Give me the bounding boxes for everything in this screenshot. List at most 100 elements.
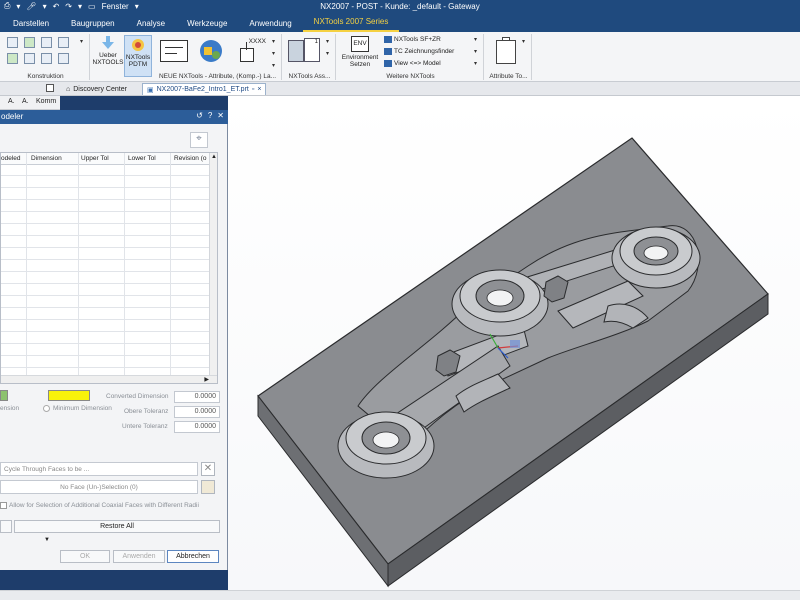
chevron-down-icon[interactable]: ▾ (326, 38, 329, 45)
reset-icon[interactable]: ↺ (196, 111, 203, 120)
chevron-down-icon[interactable]: ▾ (474, 48, 477, 55)
resource-column-a2[interactable]: A. (22, 98, 29, 105)
obere-toleranz-field[interactable]: 0.0000 (174, 406, 220, 418)
table-row[interactable] (1, 235, 211, 236)
table-vertical-scrollbar[interactable]: ▲ ▼ (209, 153, 217, 383)
tab-discovery-center[interactable]: ⌂ Discovery Center (62, 83, 131, 95)
table-row[interactable] (1, 211, 211, 212)
nxtools-pdtm-button[interactable]: NXTools PDTM (124, 35, 152, 77)
drawing-frame-icon[interactable] (160, 40, 188, 62)
column-header-lower-tol[interactable]: Lower Tol (128, 155, 156, 162)
table-row[interactable] (1, 271, 211, 272)
table-row[interactable] (1, 187, 211, 188)
chevron-down-icon[interactable]: ▾ (474, 60, 477, 67)
crosshair-icon[interactable]: ⌖ (190, 132, 208, 148)
resource-column-a1[interactable]: A. (8, 98, 15, 105)
table-row[interactable] (1, 307, 211, 308)
tab-darstellen[interactable]: Darstellen (2, 16, 60, 32)
restore-all-button[interactable]: Restore All (14, 520, 220, 533)
tab-analyse[interactable]: Analyse (126, 16, 176, 32)
close-icon[interactable]: ✕ (217, 111, 224, 120)
chevron-down-icon[interactable]: ▾ (272, 62, 275, 69)
tab-nxtools-2007-series[interactable]: NXTools 2007 Series (302, 14, 400, 32)
part-attribute-icon[interactable] (198, 38, 224, 64)
pattern-icon[interactable] (7, 53, 18, 64)
part-model[interactable] (228, 96, 800, 590)
minimum-dimension-radio[interactable] (43, 405, 50, 412)
scroll-right-icon[interactable]: ▶ (204, 376, 209, 383)
column-header-dimension[interactable]: Dimension (31, 155, 62, 162)
text-icon[interactable] (41, 37, 52, 48)
resource-column-komm[interactable]: Komm (36, 98, 56, 105)
table-row[interactable] (1, 295, 211, 296)
assembly-icon[interactable] (288, 40, 304, 62)
cycle-faces-input[interactable]: Cycle Through Faces to be ... (0, 462, 198, 476)
cancel-selection-icon[interactable]: ✕ (201, 462, 215, 476)
chevron-down-icon[interactable]: ▾ (522, 38, 525, 45)
help-icon[interactable]: ? (208, 111, 212, 120)
list-icon[interactable]: 1 (304, 38, 320, 62)
graphics-window[interactable] (228, 96, 800, 590)
chevron-down-icon[interactable]: ▾ (474, 36, 477, 43)
table-row[interactable] (1, 247, 211, 248)
dimension-table[interactable]: odeled Dimension Upper Tol Lower Tol Rev… (0, 152, 218, 384)
face-icon[interactable] (201, 480, 215, 494)
measure-icon[interactable] (58, 53, 69, 64)
color-swatch-green[interactable] (0, 390, 8, 401)
color-swatch-yellow[interactable] (48, 390, 90, 401)
ueber-nxtools-button[interactable]: Ueber NXTOOLS (92, 36, 124, 66)
table-row[interactable] (1, 319, 211, 320)
extrude-icon[interactable] (24, 37, 35, 48)
tab-anwendung[interactable]: Anwendung (238, 16, 302, 32)
attribute-tool-icon[interactable] (496, 37, 516, 64)
chevron-down-icon[interactable]: ▾ (272, 38, 275, 45)
window-icon[interactable]: ▫ (252, 86, 254, 93)
column-header-modeled[interactable]: odeled (1, 155, 21, 162)
chevron-down-icon[interactable]: ▾ (326, 50, 329, 57)
close-icon[interactable]: × (257, 86, 261, 93)
tc-zeichnungsfinder-button[interactable]: TC Zeichnungsfinder (384, 48, 454, 55)
table-row[interactable] (1, 175, 211, 176)
left-action-button[interactable] (0, 520, 12, 533)
view-model-button[interactable]: View <=> Model (384, 60, 441, 67)
layer-icon[interactable] (41, 53, 52, 64)
anwenden-button[interactable]: Anwenden (113, 550, 165, 563)
converted-dimension-label: Converted Dimension (106, 393, 169, 400)
resource-bar-toggle[interactable] (46, 84, 54, 92)
column-header-revision[interactable]: Revision (o (174, 155, 207, 162)
finder-icon (384, 48, 392, 55)
no-face-selection-input[interactable]: No Face (Un-)Selection (0) (0, 480, 198, 494)
allow-coaxial-checkbox[interactable] (0, 502, 7, 509)
table-row[interactable] (1, 331, 211, 332)
table-row[interactable] (1, 355, 211, 356)
tab-baugruppen[interactable]: Baugruppen (60, 16, 126, 32)
dimension-option-label: ension (0, 405, 20, 412)
table-row[interactable] (1, 343, 211, 344)
nxtools-sf-zr-button[interactable]: NXTools SF+ZR (384, 36, 441, 43)
table-row[interactable] (1, 223, 211, 224)
dialog-title: odeler (1, 112, 24, 121)
converted-dimension-field[interactable]: 0.0000 (174, 391, 220, 403)
boss-right[interactable] (611, 226, 701, 289)
tab-part-file[interactable]: ▣ NX2007-BaFe2_Intro1_ET.prt ▫ × (142, 83, 267, 95)
column-header-upper-tol[interactable]: Upper Tol (81, 155, 109, 162)
abbrechen-button[interactable]: Abbrechen (167, 550, 219, 563)
sketch-icon[interactable] (7, 37, 18, 48)
table-row[interactable] (1, 259, 211, 260)
expand-options-icon[interactable]: ▼ (44, 537, 50, 543)
scroll-up-icon[interactable]: ▲ (211, 154, 217, 160)
chevron-down-icon[interactable]: ▾ (80, 38, 83, 45)
grid-icon[interactable] (58, 37, 69, 48)
environment-setzen-button[interactable]: ENV Environment Setzen (340, 36, 380, 68)
table-horizontal-scrollbar[interactable]: ▶ (1, 375, 217, 383)
group-label-weitere-nxtools: Weitere NXTools (386, 73, 435, 80)
ok-button[interactable]: OK (60, 550, 110, 563)
tab-werkzeuge[interactable]: Werkzeuge (176, 16, 238, 32)
table-row[interactable] (1, 283, 211, 284)
chevron-down-icon[interactable]: ▾ (272, 50, 275, 57)
table-row[interactable] (1, 199, 211, 200)
untere-toleranz-field[interactable]: 0.0000 (174, 421, 220, 433)
table-row[interactable] (1, 367, 211, 368)
drawing-number-icon[interactable]: XXXX (236, 38, 266, 64)
table-icon[interactable] (24, 53, 35, 64)
